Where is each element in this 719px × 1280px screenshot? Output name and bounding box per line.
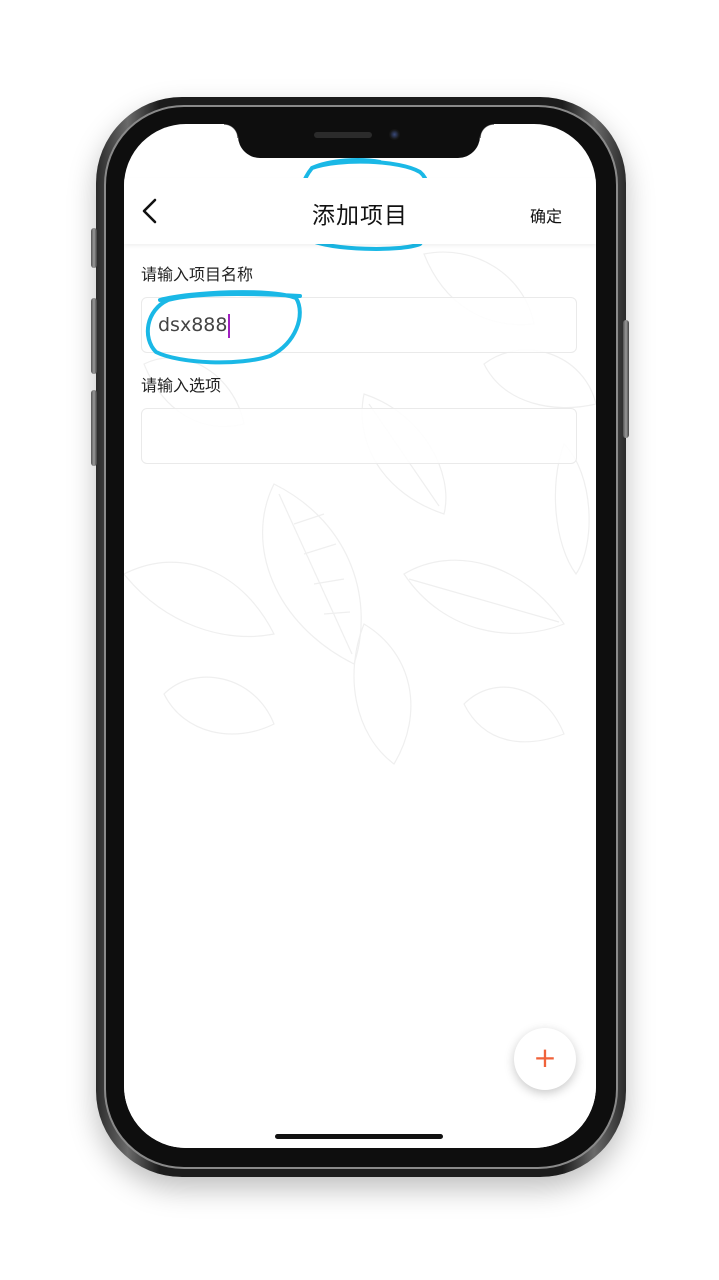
volume-down-button: [91, 390, 97, 466]
option-field[interactable]: [141, 408, 577, 464]
confirm-button[interactable]: 确定: [530, 203, 562, 227]
text-cursor: [228, 313, 231, 338]
app-header: 添加项目 确定: [124, 178, 596, 244]
power-button: [623, 320, 629, 438]
earpiece-speaker: [314, 132, 372, 138]
project-name-input[interactable]: dsx888: [158, 298, 231, 352]
project-name-label: 请输入项目名称: [141, 265, 254, 284]
home-indicator: [275, 1134, 443, 1139]
phone-screen: 请输入项目名称 dsx888 请输入选项 添加项目 确定 +: [124, 124, 596, 1148]
plus-icon: +: [533, 1041, 557, 1074]
option-label: 请输入选项: [141, 376, 222, 395]
add-option-button[interactable]: +: [514, 1028, 576, 1090]
phone-notch: [224, 124, 494, 158]
screenshot-stage: 请输入项目名称 dsx888 请输入选项 添加项目 确定 +: [0, 0, 719, 1280]
project-name-field[interactable]: dsx888: [141, 297, 577, 353]
mute-switch: [91, 228, 97, 268]
volume-up-button: [91, 298, 97, 374]
front-camera: [389, 129, 400, 140]
form-content: 请输入项目名称 dsx888 请输入选项: [124, 244, 596, 1148]
project-name-value: dsx888: [158, 314, 228, 336]
page-title: 添加项目: [312, 203, 408, 229]
